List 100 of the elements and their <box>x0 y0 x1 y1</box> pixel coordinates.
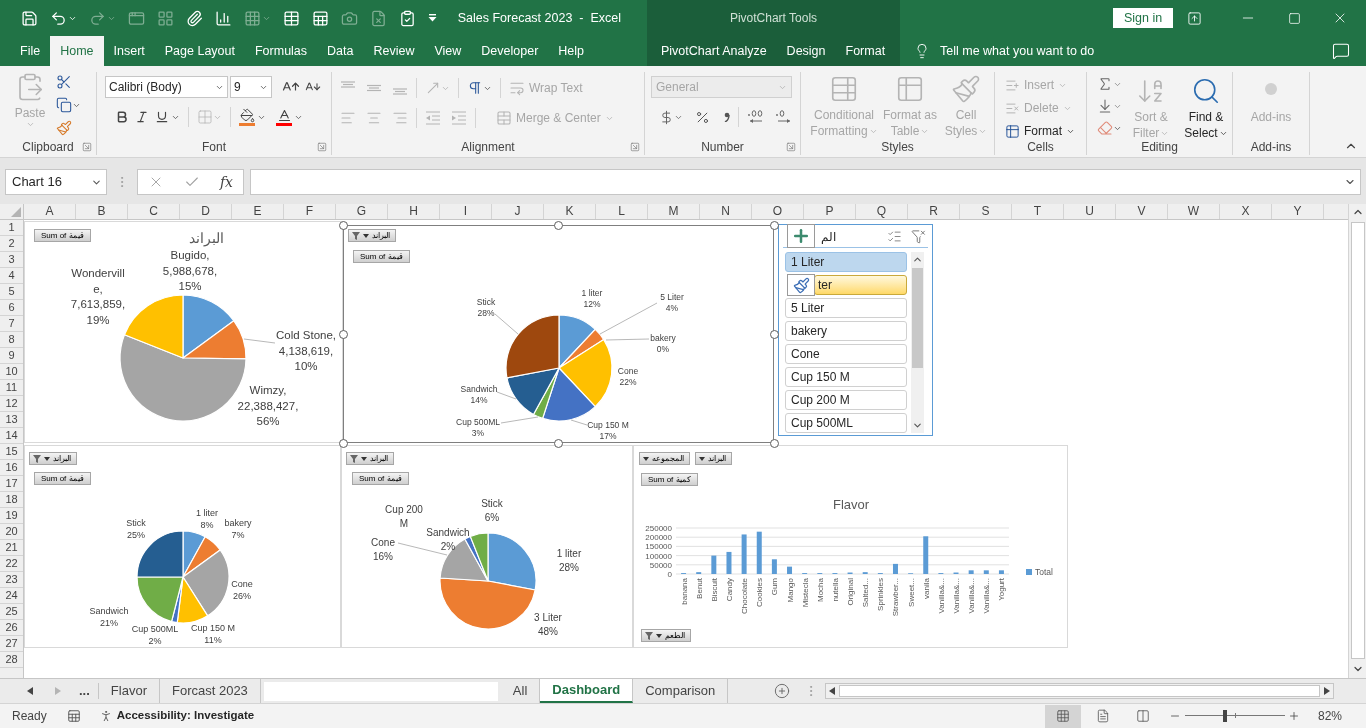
tell-me-field[interactable]: Tell me what you want to do <box>940 41 1150 61</box>
chart-styles-button[interactable] <box>787 274 815 296</box>
grid-icon[interactable] <box>1055 709 1070 723</box>
column-header[interactable]: H <box>388 204 440 219</box>
formula-field[interactable] <box>250 169 1361 195</box>
ribbon-tab[interactable]: Insert <box>103 36 155 66</box>
field-button[interactable]: البراند <box>346 452 394 465</box>
bar-chart-icon[interactable] <box>215 9 232 27</box>
left-arrow-icon[interactable] <box>829 687 836 695</box>
slicer-item[interactable]: Cup 500ML <box>785 413 907 433</box>
row-header[interactable]: 7 <box>0 316 23 332</box>
columns-icon[interactable] <box>1135 709 1150 723</box>
ribbon-button[interactable]: Format <box>1005 122 1075 140</box>
page-icon[interactable] <box>1095 709 1110 723</box>
row-header[interactable]: 4 <box>0 268 23 284</box>
corner-arrow-icon[interactable] <box>82 142 92 152</box>
field-button[interactable]: Sum of قيمة <box>34 472 91 485</box>
slicer-item[interactable]: Cup 150 M <box>785 367 907 387</box>
maximize-icon[interactable] <box>1288 11 1302 25</box>
ribbon-tab[interactable]: Review <box>363 36 425 66</box>
column-header[interactable]: E <box>232 204 284 219</box>
column-header[interactable]: Q <box>856 204 908 219</box>
row-header[interactable]: 25 <box>0 604 23 620</box>
ribbon-tab[interactable]: Developer <box>471 36 549 66</box>
ribbon-tab[interactable]: Help <box>548 36 595 66</box>
row-header[interactable]: 6 <box>0 300 23 316</box>
row-header[interactable]: 24 <box>0 588 23 604</box>
corner-arrow-icon[interactable] <box>786 142 796 152</box>
resize-handle[interactable] <box>338 329 348 339</box>
increase-decimal-icon[interactable] <box>747 110 765 124</box>
paint-bucket-icon[interactable] <box>239 108 255 126</box>
resize-handle[interactable] <box>554 220 563 230</box>
field-button[interactable]: البراند <box>348 229 396 242</box>
row-header[interactable]: 10 <box>0 364 23 380</box>
slicer-scrollbar[interactable] <box>911 252 924 433</box>
column-header[interactable]: F <box>284 204 336 219</box>
ribbon-tab[interactable]: Format <box>835 36 896 66</box>
row-header[interactable]: 16 <box>0 460 23 476</box>
sheet-icon[interactable] <box>312 9 329 27</box>
paperclip-icon[interactable] <box>186 9 203 27</box>
row-header[interactable]: 19 <box>0 508 23 524</box>
row-header[interactable]: 8 <box>0 332 23 348</box>
plus-circle-icon[interactable] <box>774 683 791 699</box>
table-icon[interactable] <box>283 9 300 27</box>
accessibility-status[interactable]: Accessibility: Investigate <box>116 707 255 725</box>
column-header[interactable]: L <box>596 204 648 219</box>
row-header[interactable]: 3 <box>0 252 23 268</box>
triangle-icon[interactable] <box>11 207 21 217</box>
zoom-level[interactable]: 82% <box>1317 707 1342 725</box>
scissors-icon[interactable] <box>56 74 72 90</box>
column-header[interactable]: I <box>440 204 492 219</box>
sheet-tab[interactable]: Dashboard <box>540 679 634 703</box>
ribbon-tab[interactable]: PivotChart Analyze <box>651 36 777 66</box>
more-tabs-button[interactable]: ... <box>79 681 90 701</box>
row-header[interactable]: 15 <box>0 444 23 460</box>
row-header[interactable]: 20 <box>0 524 23 540</box>
slicer-item[interactable]: ter <box>814 275 907 295</box>
row-header[interactable]: 1 <box>0 220 23 236</box>
sigma-icon[interactable] <box>1097 76 1113 92</box>
slider-thumb[interactable] <box>1222 710 1227 722</box>
resize-handle[interactable] <box>769 220 779 230</box>
row-header[interactable]: 9 <box>0 348 23 364</box>
save-icon[interactable] <box>21 9 38 27</box>
lightbulb-icon[interactable] <box>914 43 930 59</box>
plus-icon[interactable] <box>1287 710 1300 722</box>
corner-arrow-icon[interactable] <box>317 142 327 152</box>
field-button[interactable]: Sum of كمية <box>641 473 698 486</box>
corner-arrow-icon[interactable] <box>630 142 640 152</box>
paintbrush-icon[interactable] <box>792 276 810 294</box>
row-header[interactable]: 11 <box>0 380 23 396</box>
slicer-item[interactable]: 5 Liter <box>785 298 907 318</box>
row-header[interactable]: 28 <box>0 652 23 668</box>
column-header[interactable]: A <box>24 204 76 219</box>
table-icon[interactable] <box>1005 123 1020 139</box>
field-button[interactable]: الطعم <box>641 629 691 642</box>
column-header[interactable]: S <box>960 204 1012 219</box>
row-header[interactable]: 27 <box>0 636 23 652</box>
paintbrush-icon[interactable] <box>56 120 72 136</box>
slicer-item[interactable]: 1 Liter <box>785 252 907 272</box>
column-header[interactable]: W <box>1168 204 1220 219</box>
right-arrow-icon[interactable] <box>1324 687 1331 695</box>
row-header[interactable]: 23 <box>0 572 23 588</box>
column-header[interactable]: R <box>908 204 960 219</box>
row-header[interactable]: 18 <box>0 492 23 508</box>
sheet-icon[interactable] <box>66 709 81 723</box>
clipboard-check-icon[interactable] <box>399 9 416 27</box>
name-box[interactable]: Chart 16 <box>5 169 107 195</box>
underline-icon[interactable] <box>155 110 169 124</box>
row-header[interactable]: 21 <box>0 540 23 556</box>
column-header[interactable]: V <box>1116 204 1168 219</box>
undo-icon[interactable] <box>50 9 67 27</box>
ribbon-tab[interactable]: View <box>424 36 472 66</box>
row-header[interactable]: 14 <box>0 428 23 444</box>
column-header[interactable]: D <box>180 204 232 219</box>
field-button[interactable]: Sum of قيمة <box>353 250 410 263</box>
sign-in-button[interactable]: Sign in <box>1113 8 1174 28</box>
row-header[interactable]: 5 <box>0 284 23 300</box>
checklist-icon[interactable] <box>887 229 902 244</box>
field-button[interactable]: Sum of قيمة <box>34 229 91 242</box>
ribbon-tab[interactable]: Design <box>776 36 836 66</box>
